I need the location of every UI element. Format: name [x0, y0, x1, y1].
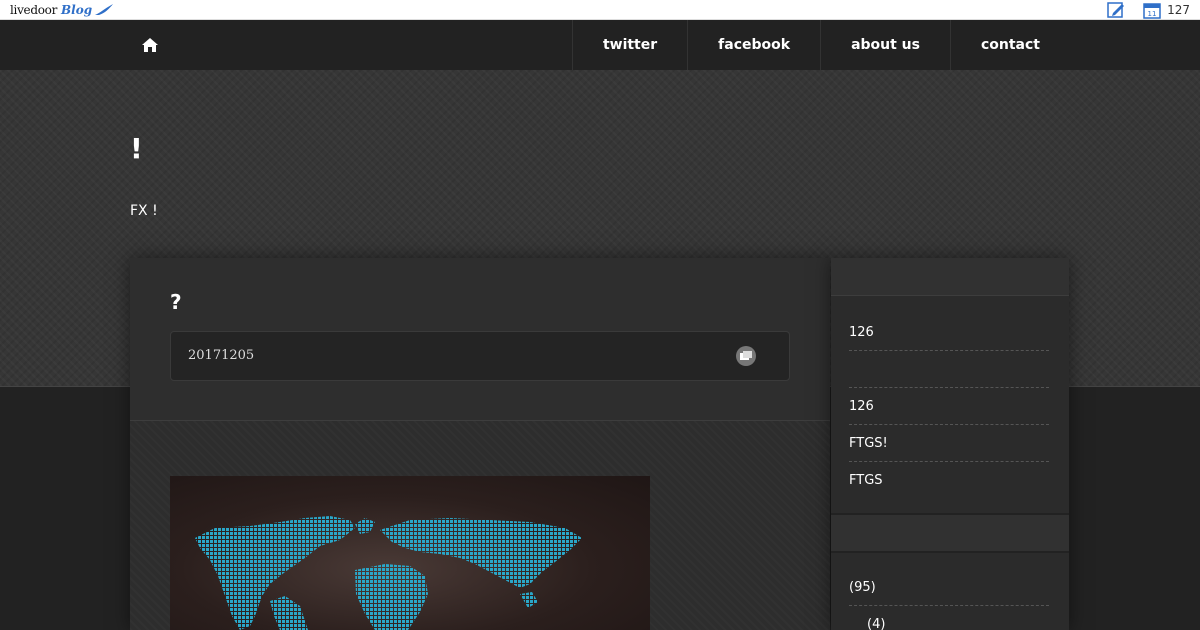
- sidebar-category[interactable]: (95): [849, 569, 1049, 606]
- nav-twitter[interactable]: twitter: [571, 20, 687, 70]
- bird-icon: [95, 4, 114, 15]
- sidebar-item[interactable]: FTGS: [849, 462, 1049, 499]
- site-title[interactable]: !: [130, 132, 143, 165]
- livedoor-toolbar: livedoor Blog 11 127: [0, 0, 1200, 20]
- sidebar-item[interactable]: 126: [849, 314, 1049, 351]
- nav-about-us[interactable]: about us: [820, 20, 950, 70]
- site-description: FX !: [130, 203, 158, 219]
- sidebar-widget-header: [831, 515, 1069, 553]
- nav-facebook[interactable]: facebook: [687, 20, 820, 70]
- post-count: 127: [1167, 3, 1190, 17]
- svg-text:11: 11: [1148, 10, 1157, 18]
- livedoor-blog-logo[interactable]: livedoor Blog: [10, 2, 114, 18]
- edit-icon[interactable]: [1107, 1, 1125, 19]
- sidebar: 126 126 FTGS! FTGS (95) (4): [831, 258, 1069, 630]
- home-icon[interactable]: [141, 37, 159, 53]
- world-map-image: [170, 476, 650, 630]
- sidebar-item[interactable]: 126: [849, 388, 1049, 425]
- sidebar-item[interactable]: [849, 351, 1049, 388]
- article-meta: 20171205: [170, 331, 790, 381]
- article: ? 20171205: [130, 258, 830, 630]
- sidebar-widget-header: [831, 258, 1069, 296]
- sidebar-divider: [831, 551, 1069, 553]
- calendar-icon[interactable]: 11: [1143, 1, 1161, 19]
- sidebar-category[interactable]: (4): [849, 606, 1049, 630]
- comment-icon[interactable]: [736, 346, 756, 366]
- article-body: [130, 421, 830, 630]
- article-date: 20171205: [188, 348, 255, 363]
- main-nav: twitter facebook about us contact: [0, 20, 1200, 70]
- logo-blog-text: Blog: [61, 3, 93, 17]
- article-header: ? 20171205: [130, 258, 830, 421]
- nav-contact[interactable]: contact: [949, 20, 1070, 70]
- article-title[interactable]: ?: [170, 290, 182, 314]
- logo-text: livedoor: [10, 3, 58, 17]
- sidebar-item[interactable]: FTGS!: [849, 425, 1049, 462]
